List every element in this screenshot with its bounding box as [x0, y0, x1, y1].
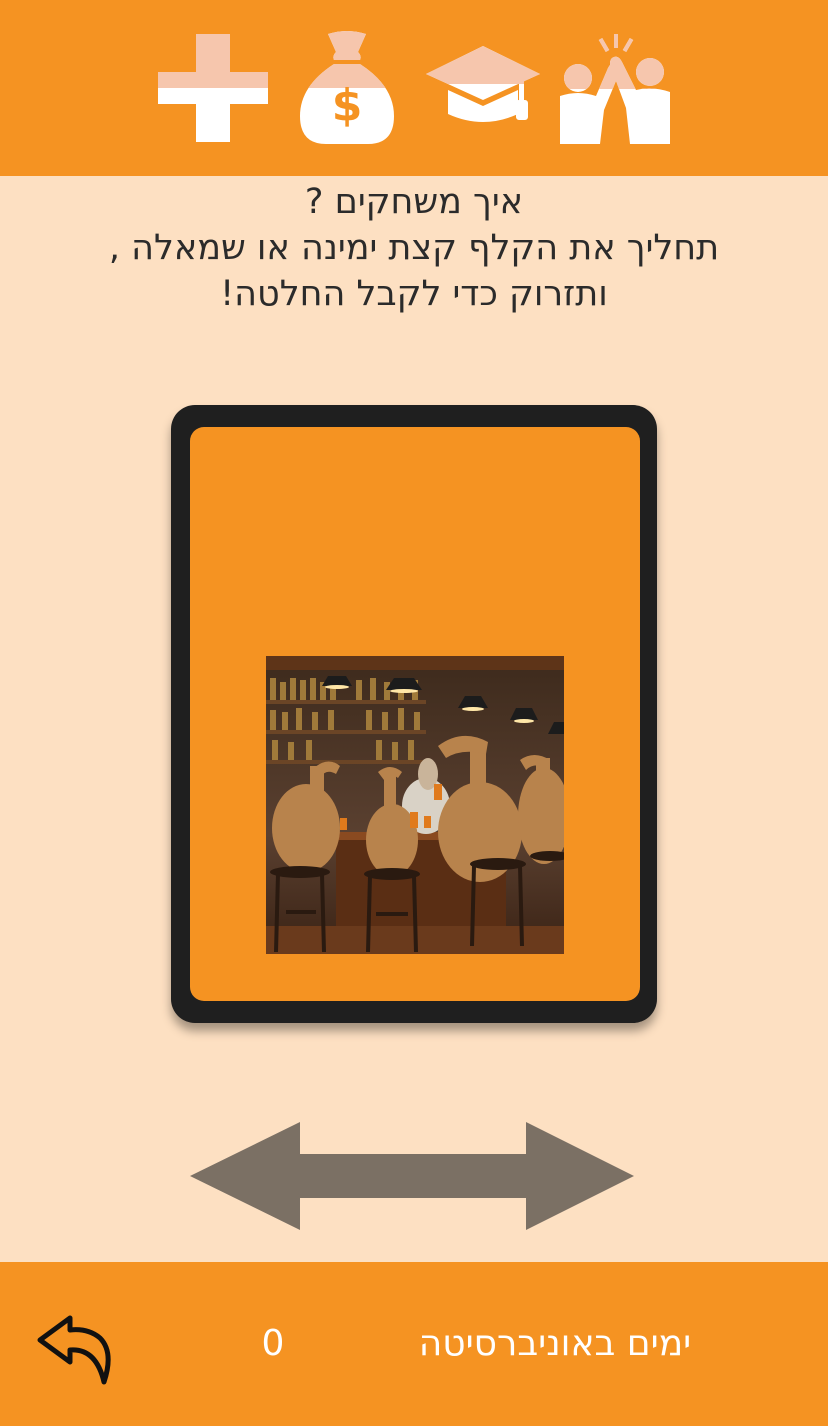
days-count: 0	[261, 1323, 285, 1364]
double-arrow-left-right-icon	[190, 1120, 636, 1236]
undo-arrow-icon[interactable]	[34, 1310, 116, 1390]
card-face[interactable]	[190, 427, 640, 1001]
graduation-cap-icon	[424, 44, 542, 124]
high-five-icon	[556, 32, 674, 146]
instructions-text: איך משחקים ? תחליך את הקלף קצת ימינה או …	[40, 176, 788, 317]
money-bag-icon: $	[298, 30, 396, 146]
instructions-line-1: איך משחקים ?	[304, 182, 524, 222]
days-label: ימים באוניברסיטה	[418, 1323, 692, 1364]
decision-card[interactable]	[171, 405, 657, 1023]
svg-text:$: $	[332, 80, 363, 131]
plus-icon	[158, 34, 268, 142]
camels-at-bar-picture	[266, 656, 564, 954]
instructions-line-3: ותזרוק כדי לקבל החלטה!	[220, 274, 608, 314]
stats-bar: $	[0, 0, 828, 176]
instructions-line-2: תחליך את הקלף קצת ימינה או שמאלה ,	[108, 228, 720, 268]
bottom-bar: 0 ימים באוניברסיטה	[0, 1262, 828, 1426]
